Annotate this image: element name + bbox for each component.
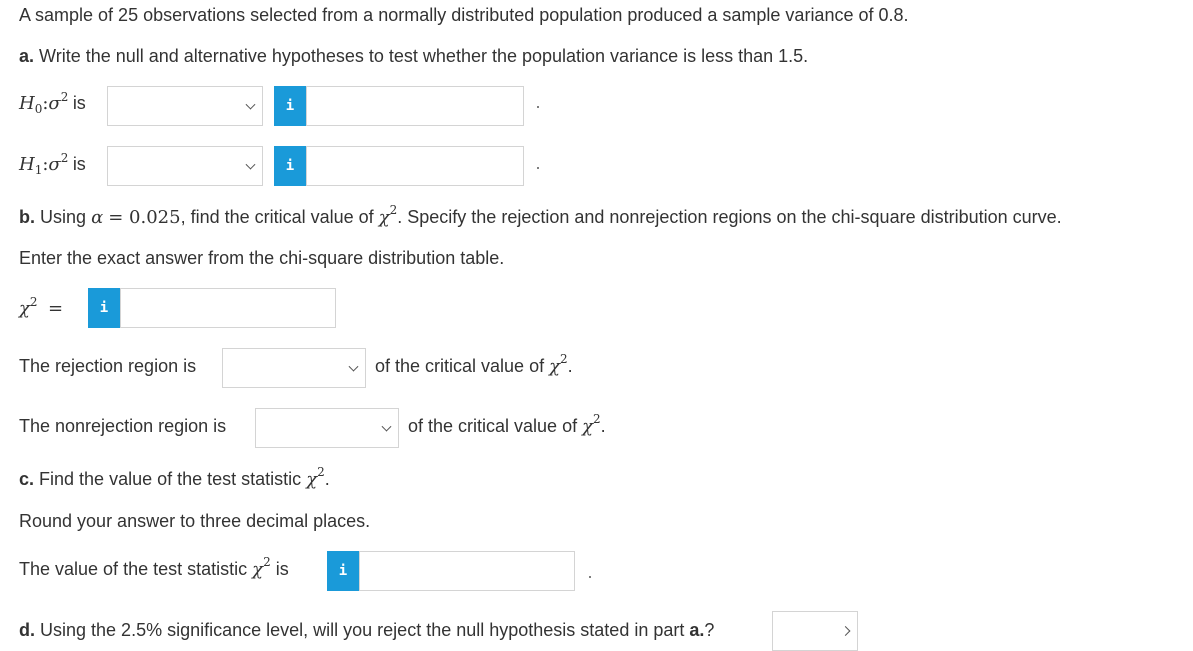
- part-a-text: Write the null and alternative hypothese…: [39, 46, 809, 66]
- reject-null-select[interactable]: [772, 611, 858, 651]
- nonrejection-region-suffix: of the critical value of χ2.: [408, 412, 606, 437]
- h1-label: H1:σ2 is: [19, 150, 86, 178]
- part-c-prompt: c. Find the value of the test statistic …: [19, 465, 330, 490]
- critical-value-field[interactable]: [120, 288, 336, 328]
- part-c-label: c.: [19, 469, 35, 489]
- rejection-region-select[interactable]: [222, 348, 366, 388]
- part-a-label: a.: [19, 46, 35, 66]
- part-b-label: b.: [19, 207, 35, 227]
- h1-value-field[interactable]: [306, 146, 524, 186]
- part-d-prompt: d. Using the 2.5% significance level, wi…: [19, 620, 715, 640]
- chevron-right-icon: [840, 626, 851, 636]
- part-c-round-instruction: Round your answer to three decimal place…: [19, 511, 371, 531]
- nonrejection-region-select[interactable]: [255, 408, 399, 448]
- part-a-prompt: a. Write the null and alternative hypoth…: [19, 45, 808, 67]
- chevron-down-icon: [245, 99, 256, 110]
- h0-value-field[interactable]: [306, 86, 524, 126]
- critical-value-info-icon[interactable]: i: [88, 288, 120, 328]
- chevron-down-icon: [245, 159, 256, 170]
- h0-label: H0:σ2 is: [19, 89, 86, 117]
- h1-period: [537, 167, 539, 169]
- h1-operator-select[interactable]: [107, 146, 263, 186]
- h0-info-icon[interactable]: i: [274, 86, 306, 126]
- h1-info-icon[interactable]: i: [274, 146, 306, 186]
- chevron-down-icon: [348, 361, 359, 372]
- h0-period: [537, 106, 539, 108]
- test-statistic-period: [589, 576, 591, 578]
- part-d-label: d.: [19, 620, 35, 640]
- problem-intro: A sample of 25 observations selected fro…: [19, 5, 909, 25]
- test-statistic-label: The value of the test statistic χ2 is: [19, 555, 289, 580]
- h0-operator-select[interactable]: [107, 86, 263, 126]
- nonrejection-region-label: The nonrejection region is: [19, 416, 227, 436]
- test-statistic-info-icon[interactable]: i: [327, 551, 359, 591]
- part-b-prompt: b. Using α = 0.025, find the critical va…: [19, 203, 1062, 228]
- rejection-region-suffix: of the critical value of χ2.: [375, 352, 573, 377]
- part-b-instruction: Enter the exact answer from the chi-squa…: [19, 248, 505, 268]
- rejection-region-label: The rejection region is: [19, 356, 197, 376]
- part-a-reference: a.: [689, 620, 705, 640]
- critical-value-label: χ2 =: [19, 294, 64, 319]
- chevron-down-icon: [381, 421, 392, 432]
- test-statistic-field[interactable]: [359, 551, 575, 591]
